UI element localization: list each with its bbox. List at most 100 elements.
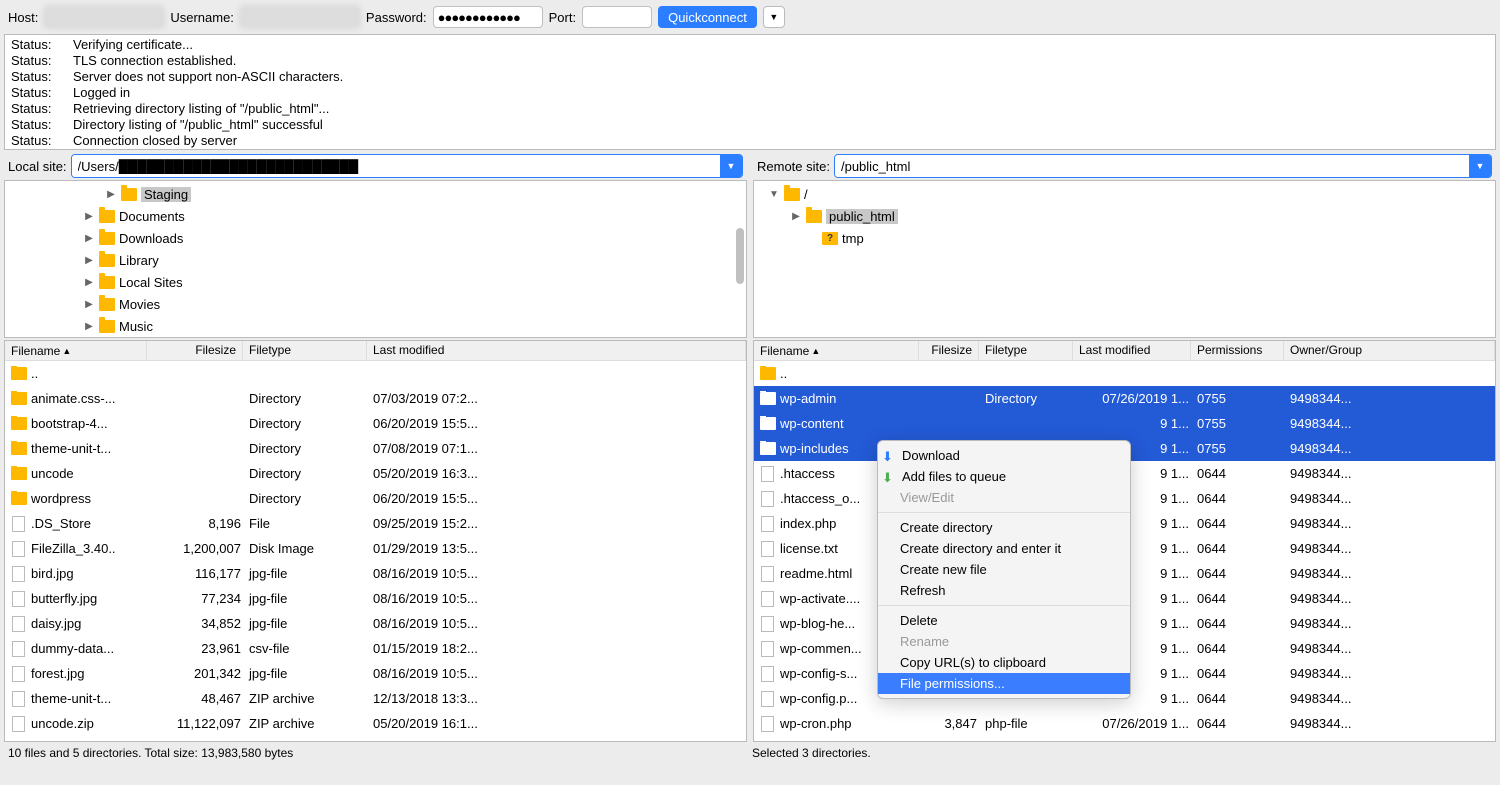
dropdown-arrow-icon[interactable]: ▼ [1469, 155, 1491, 177]
expand-arrow-icon[interactable]: ▼ [768, 189, 780, 200]
expand-arrow-icon[interactable]: ▶ [83, 321, 95, 332]
folder-icon [99, 298, 115, 311]
file-icon [761, 641, 774, 657]
log-line: Status:Retrieving directory listing of "… [11, 101, 1489, 117]
file-row[interactable]: .. [5, 361, 746, 386]
menu-separator [878, 605, 1130, 606]
context-menu-item[interactable]: Copy URL(s) to clipboard [878, 652, 1130, 673]
expand-arrow-icon[interactable]: ▶ [83, 277, 95, 288]
dropdown-arrow-icon[interactable]: ▼ [720, 155, 742, 177]
tree-item[interactable]: ▶Music [5, 315, 746, 337]
context-menu-item[interactable]: Create new file [878, 559, 1130, 580]
file-row[interactable]: butterfly.jpg77,234jpg-file08/16/2019 10… [5, 586, 746, 611]
local-path-input[interactable] [72, 155, 720, 177]
context-menu-item[interactable]: Create directory [878, 517, 1130, 538]
tree-item[interactable]: ▶public_html [754, 205, 1495, 227]
column-last-modified[interactable]: Last modified [367, 341, 746, 360]
local-file-list[interactable]: Filename▲ Filesize Filetype Last modifie… [4, 340, 747, 742]
remote-pathbar: Remote site: ▼ [753, 152, 1496, 180]
context-menu-item[interactable]: Delete [878, 610, 1130, 631]
context-menu-item[interactable]: ⬇Download [878, 445, 1130, 466]
file-row[interactable]: theme-unit-t...Directory07/08/2019 07:1.… [5, 436, 746, 461]
download-icon: ⬇ [882, 449, 896, 463]
file-row[interactable]: dummy-data...23,961csv-file01/15/2019 18… [5, 636, 746, 661]
context-menu-item: View/Edit [878, 487, 1130, 508]
column-filesize[interactable]: Filesize [147, 341, 243, 360]
tree-item[interactable]: ▶Local Sites [5, 271, 746, 293]
file-row[interactable]: theme-unit-t...48,467ZIP archive12/13/20… [5, 686, 746, 711]
folder-icon [760, 367, 776, 380]
context-menu-item[interactable]: ⬇Add files to queue [878, 466, 1130, 487]
remote-site-label: Remote site: [757, 159, 830, 174]
column-filesize[interactable]: Filesize [919, 341, 979, 360]
folder-icon [806, 210, 822, 223]
column-filetype[interactable]: Filetype [243, 341, 367, 360]
file-row[interactable]: wp-cron.php3,847php-file07/26/2019 1...0… [754, 711, 1495, 736]
status-bar: 10 files and 5 directories. Total size: … [0, 742, 1500, 764]
host-input[interactable] [44, 6, 164, 28]
file-row[interactable]: uncodeDirectory05/20/2019 16:3... [5, 461, 746, 486]
column-filetype[interactable]: Filetype [979, 341, 1073, 360]
tree-item[interactable]: ▶Library [5, 249, 746, 271]
file-row[interactable]: uncode.zip11,122,097ZIP archive05/20/201… [5, 711, 746, 736]
column-last-modified[interactable]: Last modified [1073, 341, 1191, 360]
file-row[interactable]: .DS_Store8,196File09/25/2019 15:2... [5, 511, 746, 536]
local-tree[interactable]: ▶Staging▶Documents▶Downloads▶Library▶Loc… [4, 180, 747, 338]
remote-path-combo[interactable]: ▼ [834, 154, 1492, 178]
scrollbar-thumb[interactable] [736, 228, 744, 284]
local-pathbar: Local site: ▼ [4, 152, 747, 180]
folder-icon [784, 188, 800, 201]
folder-icon [760, 442, 776, 455]
file-row[interactable]: forest.jpg201,342jpg-file08/16/2019 10:5… [5, 661, 746, 686]
column-permissions[interactable]: Permissions [1191, 341, 1284, 360]
file-row[interactable]: bootstrap-4...Directory06/20/2019 15:5..… [5, 411, 746, 436]
remote-status-text: Selected 3 directories. [750, 744, 1494, 762]
expand-arrow-icon[interactable]: ▶ [83, 255, 95, 266]
menu-separator [878, 512, 1130, 513]
host-label: Host: [8, 10, 38, 25]
folder-icon [11, 492, 27, 505]
file-row[interactable]: .. [754, 361, 1495, 386]
local-list-header[interactable]: Filename▲ Filesize Filetype Last modifie… [5, 341, 746, 361]
file-icon [761, 516, 774, 532]
tree-item[interactable]: ▶Documents [5, 205, 746, 227]
port-input[interactable] [582, 6, 652, 28]
file-row[interactable]: bird.jpg116,177jpg-file08/16/2019 10:5..… [5, 561, 746, 586]
local-path-combo[interactable]: ▼ [71, 154, 743, 178]
file-row[interactable]: animate.css-...Directory07/03/2019 07:2.… [5, 386, 746, 411]
file-row[interactable]: wp-content9 1...07559498344... [754, 411, 1495, 436]
remote-list-header[interactable]: Filename▲ Filesize Filetype Last modifie… [754, 341, 1495, 361]
column-filename[interactable]: Filename▲ [5, 341, 147, 360]
tree-item[interactable]: ▼/ [754, 183, 1495, 205]
folder-icon [121, 188, 137, 201]
password-input[interactable] [433, 6, 543, 28]
expand-arrow-icon[interactable]: ▶ [105, 189, 117, 200]
tree-item[interactable]: ?tmp [754, 227, 1495, 249]
file-icon [761, 716, 774, 732]
file-row[interactable]: FileZilla_3.40..1,200,007Disk Image01/29… [5, 536, 746, 561]
file-icon [761, 616, 774, 632]
context-menu-item[interactable]: Refresh [878, 580, 1130, 601]
username-input[interactable] [240, 6, 360, 28]
file-row[interactable]: daisy.jpg34,852jpg-file08/16/2019 10:5..… [5, 611, 746, 636]
remote-tree[interactable]: ▼/▶public_html?tmp [753, 180, 1496, 338]
expand-arrow-icon[interactable]: ▶ [83, 211, 95, 222]
quickconnect-button[interactable]: Quickconnect [658, 6, 757, 28]
column-filename[interactable]: Filename▲ [754, 341, 919, 360]
tree-item[interactable]: ▶Downloads [5, 227, 746, 249]
context-menu[interactable]: ⬇Download⬇Add files to queueView/Edit Cre… [877, 440, 1131, 699]
file-row[interactable]: wp-adminDirectory07/26/2019 1...07559498… [754, 386, 1495, 411]
expand-arrow-icon[interactable]: ▶ [83, 233, 95, 244]
tree-item[interactable]: ▶Movies [5, 293, 746, 315]
remote-path-input[interactable] [835, 155, 1469, 177]
context-menu-item[interactable]: File permissions... [878, 673, 1130, 694]
column-owner-group[interactable]: Owner/Group [1284, 341, 1495, 360]
expand-arrow-icon[interactable]: ▶ [790, 211, 802, 222]
expand-arrow-icon[interactable]: ▶ [83, 299, 95, 310]
file-icon [761, 591, 774, 607]
tree-item[interactable]: ▶Staging [5, 183, 746, 205]
folder-icon [760, 417, 776, 430]
quickconnect-dropdown-icon[interactable]: ▼ [763, 6, 785, 28]
context-menu-item[interactable]: Create directory and enter it [878, 538, 1130, 559]
file-row[interactable]: wordpressDirectory06/20/2019 15:5... [5, 486, 746, 511]
